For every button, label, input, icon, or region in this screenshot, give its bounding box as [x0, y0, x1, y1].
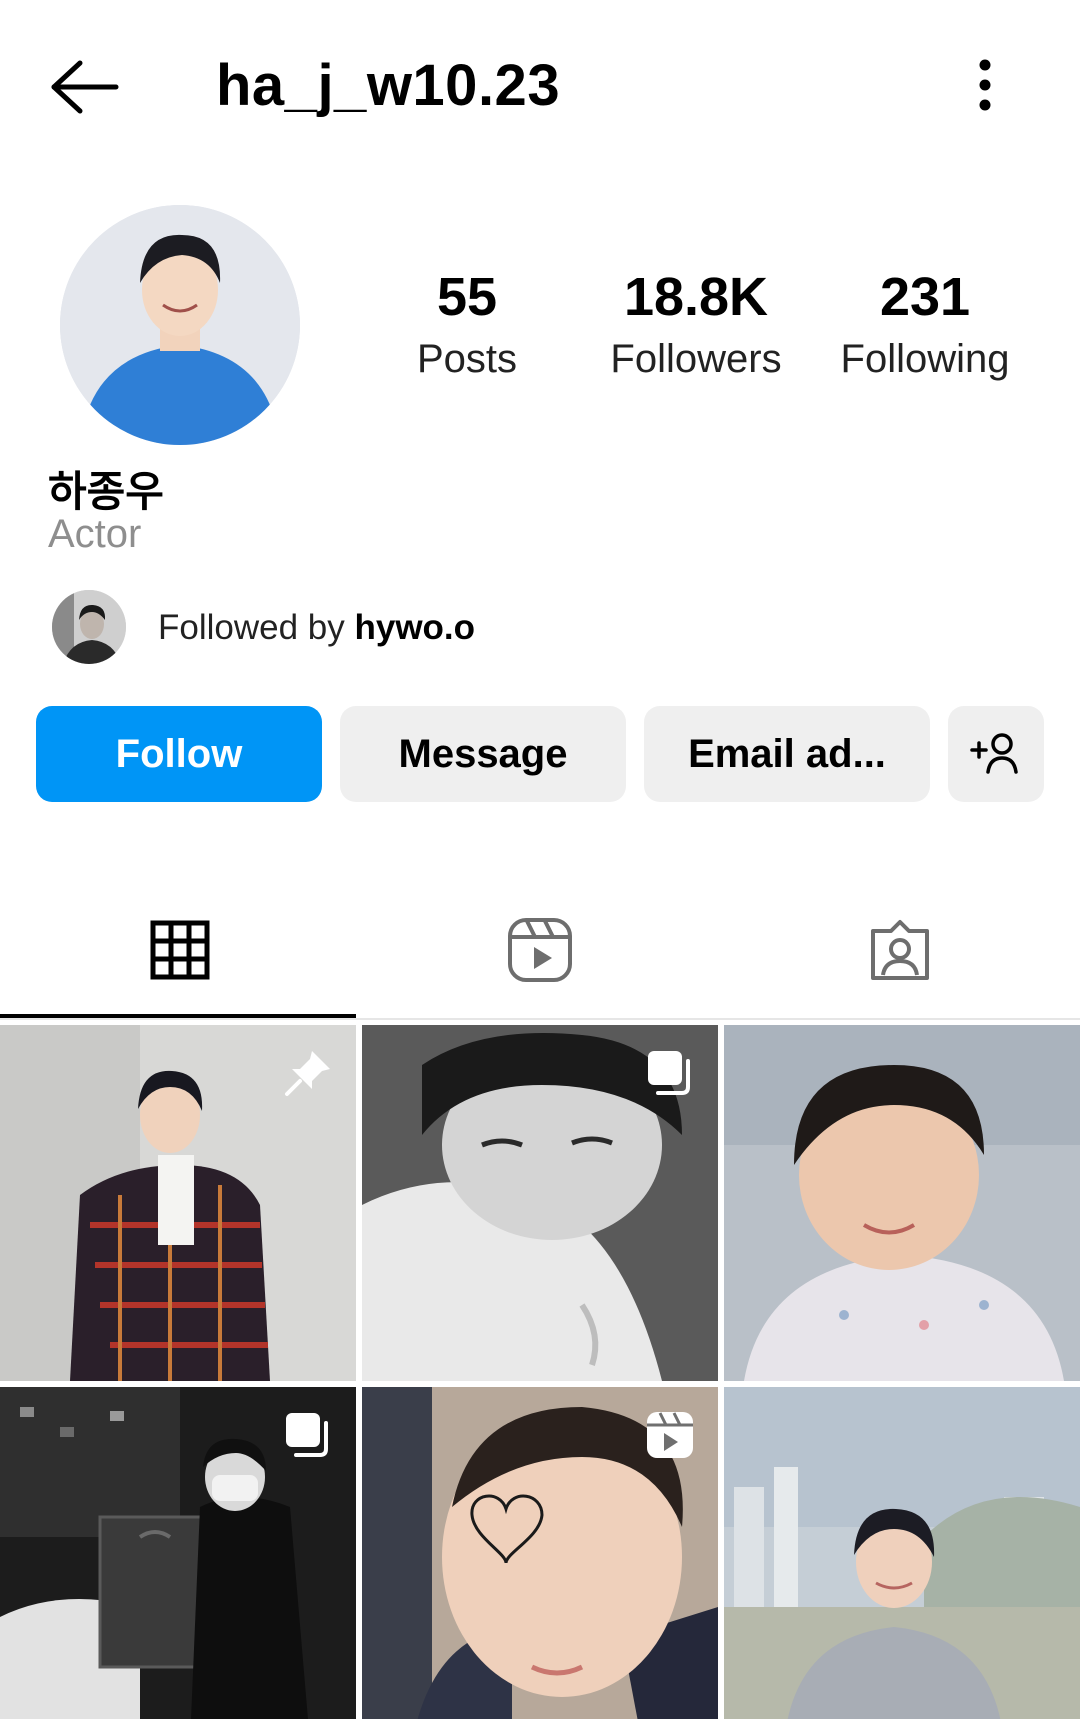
grid-icon [150, 920, 210, 980]
pin-icon [285, 1051, 330, 1096]
post-thumbnail[interactable] [362, 1025, 718, 1381]
profile-avatar[interactable] [60, 205, 300, 445]
active-tab-indicator [0, 1014, 356, 1018]
following-count[interactable]: 231 Following [815, 265, 1035, 389]
following-value: 231 [879, 267, 971, 327]
posts-label: Posts [416, 337, 518, 381]
posts-count: 55 Posts [357, 265, 577, 389]
followed-by-row[interactable]: Followed by hywo.o [50, 588, 750, 668]
profile-tabs [0, 880, 1080, 1020]
profile-header: ha_j_w10.23 [0, 0, 1080, 170]
email-button[interactable]: Email ad... [644, 706, 930, 802]
post-thumbnail[interactable] [724, 1025, 1080, 1381]
profile-category: Actor [48, 512, 142, 556]
suggested-users-button[interactable] [948, 706, 1044, 802]
post-thumbnail[interactable] [0, 1025, 356, 1381]
more-vertical-icon [979, 59, 991, 111]
followed-by-prefix: Followed by [158, 608, 355, 647]
message-button[interactable]: Message [340, 706, 626, 802]
posts-value: 55 [436, 267, 498, 327]
post-thumbnail[interactable] [362, 1387, 718, 1719]
followers-label: Followers [610, 337, 782, 381]
arrow-left-icon [51, 60, 119, 114]
following-label: Following [840, 337, 1010, 381]
profile-username: ha_j_w10.23 [216, 53, 561, 118]
more-options-button[interactable] [960, 55, 1010, 115]
add-person-icon [970, 733, 1018, 774]
followers-count[interactable]: 18.8K Followers [586, 265, 806, 389]
carousel-icon [286, 1413, 328, 1457]
display-name: 하종우 [48, 468, 164, 515]
reel-icon [647, 1412, 693, 1458]
back-button[interactable] [44, 55, 124, 115]
tagged-icon [871, 920, 929, 980]
followed-by-text: Followed by hywo.o [158, 608, 475, 648]
follow-button[interactable]: Follow [36, 706, 322, 802]
post-thumbnail[interactable] [724, 1387, 1080, 1719]
mutual-follower-avatar [50, 588, 128, 666]
carousel-icon [648, 1051, 690, 1095]
followed-by-user[interactable]: hywo.o [354, 608, 475, 647]
reels-icon [508, 918, 572, 982]
followers-value: 18.8K [623, 267, 769, 327]
tab-posts-grid[interactable] [0, 880, 360, 1020]
tab-reels[interactable] [360, 880, 720, 1020]
tab-tagged[interactable] [720, 880, 1080, 1020]
post-thumbnail[interactable] [0, 1387, 356, 1719]
